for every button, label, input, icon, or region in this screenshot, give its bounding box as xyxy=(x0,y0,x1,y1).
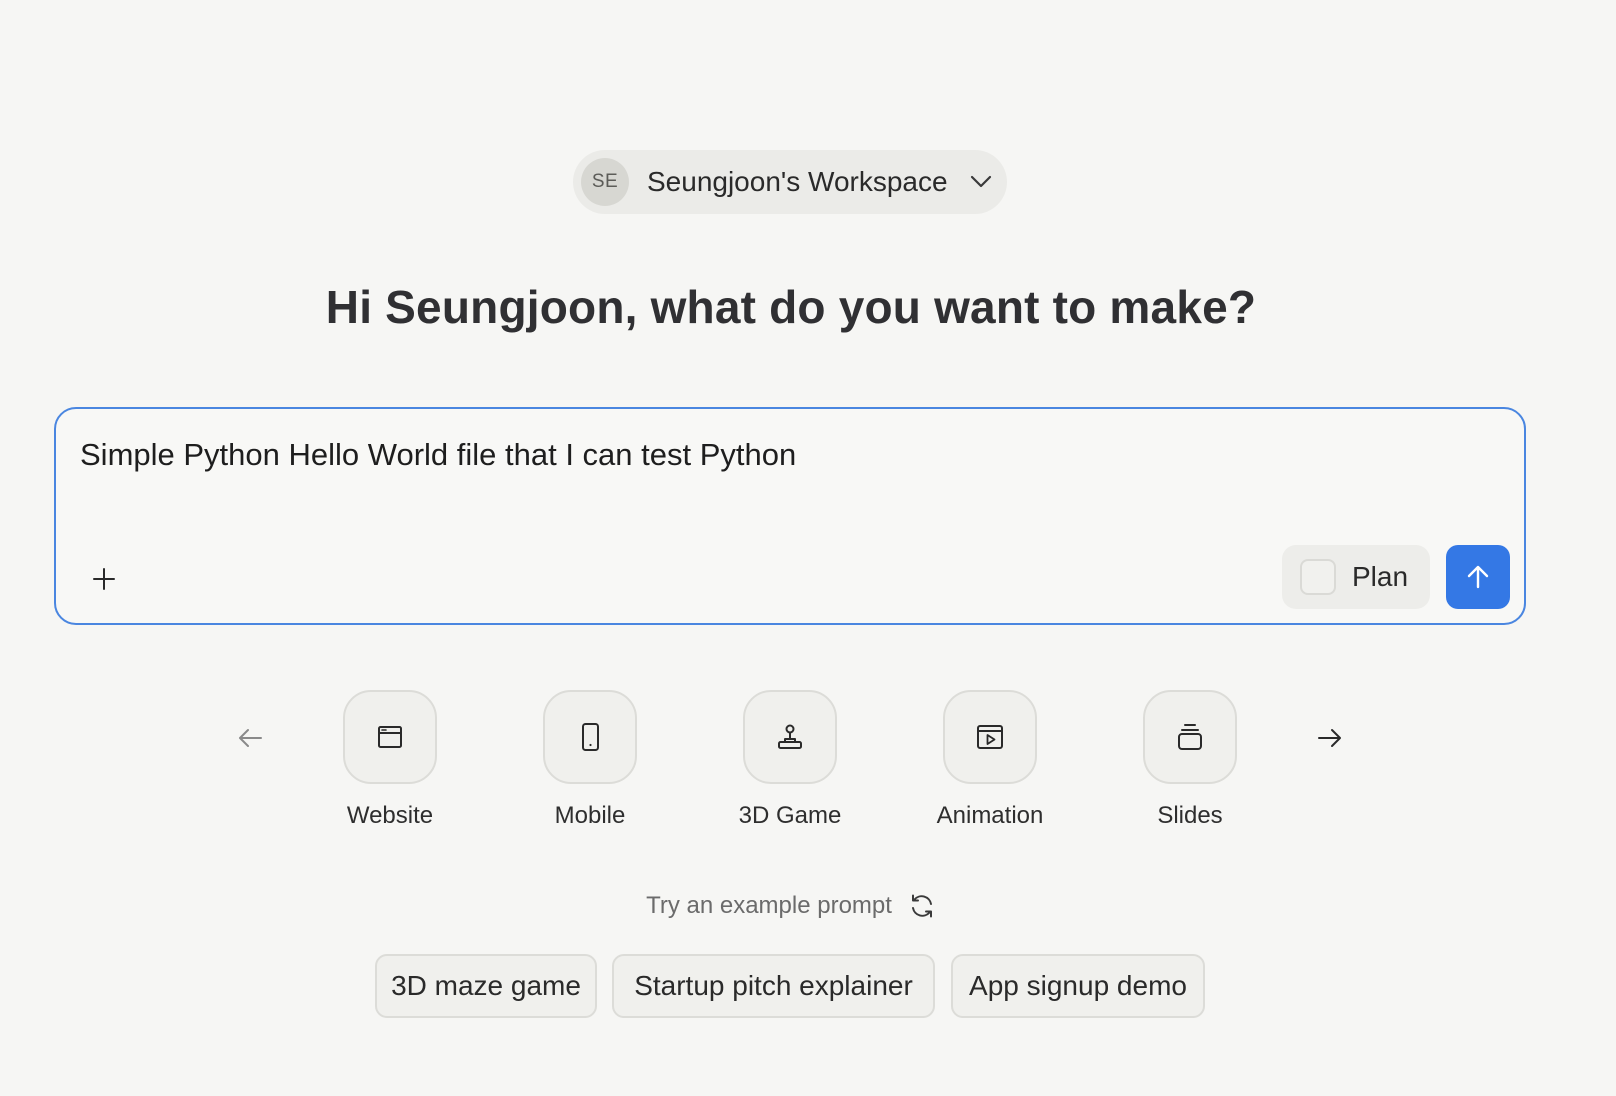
category-label: 3D Game xyxy=(738,802,842,829)
workspace-selector[interactable]: SE Seungjoon's Workspace xyxy=(573,150,1007,214)
example-prompt-header: Try an example prompt xyxy=(0,892,1582,920)
browser-window-icon xyxy=(378,726,402,748)
category-tile[interactable] xyxy=(543,690,637,784)
carousel-next-button[interactable] xyxy=(1314,722,1346,754)
chevron-down-icon xyxy=(970,171,992,193)
example-chip-app-signup-demo[interactable]: App signup demo xyxy=(951,954,1205,1018)
category-tile[interactable] xyxy=(943,690,1037,784)
category-label: Slides xyxy=(1157,802,1223,829)
workspace-name: Seungjoon's Workspace xyxy=(647,166,948,197)
slides-stack-icon xyxy=(1178,724,1202,750)
phone-icon xyxy=(582,723,599,751)
category-tile[interactable] xyxy=(1143,690,1237,784)
category-website[interactable]: Website xyxy=(310,690,470,830)
page-title: Hi Seungjoon, what do you want to make? xyxy=(325,281,1257,333)
category-label: Mobile xyxy=(554,802,626,829)
example-prompt-label: Try an example prompt xyxy=(646,892,892,919)
refresh-examples-button[interactable] xyxy=(908,892,936,920)
send-button[interactable] xyxy=(1446,545,1510,609)
avatar: SE xyxy=(581,158,629,206)
example-chip-startup-pitch-explainer[interactable]: Startup pitch explainer xyxy=(612,954,935,1018)
add-attachment-button[interactable] xyxy=(84,559,124,599)
example-chip-3d-maze-game[interactable]: 3D maze game xyxy=(375,954,597,1018)
category-label: Website xyxy=(346,802,434,829)
category-mobile[interactable]: Mobile xyxy=(510,690,670,830)
arrow-up-icon xyxy=(1467,565,1489,589)
plus-icon xyxy=(93,568,115,590)
joystick-icon xyxy=(778,724,802,749)
arrow-right-icon xyxy=(1318,729,1341,747)
category-label: Animation xyxy=(936,802,1044,829)
arrow-left-icon xyxy=(239,729,262,747)
category-3d-game[interactable]: 3D Game xyxy=(710,690,870,830)
plan-toggle[interactable]: Plan xyxy=(1282,545,1430,609)
category-animation[interactable]: Animation xyxy=(910,690,1070,830)
plan-checkbox[interactable] xyxy=(1300,559,1336,595)
category-tile[interactable] xyxy=(743,690,837,784)
refresh-icon xyxy=(911,894,932,918)
prompt-input[interactable]: Simple Python Hello World file that I ca… xyxy=(80,437,796,473)
carousel-prev-button[interactable] xyxy=(234,722,266,754)
category-tile[interactable] xyxy=(343,690,437,784)
plan-label: Plan xyxy=(1352,561,1409,592)
play-frame-icon xyxy=(977,725,1003,749)
category-slides[interactable]: Slides xyxy=(1110,690,1270,830)
prompt-box[interactable]: Simple Python Hello World file that I ca… xyxy=(54,407,1526,625)
